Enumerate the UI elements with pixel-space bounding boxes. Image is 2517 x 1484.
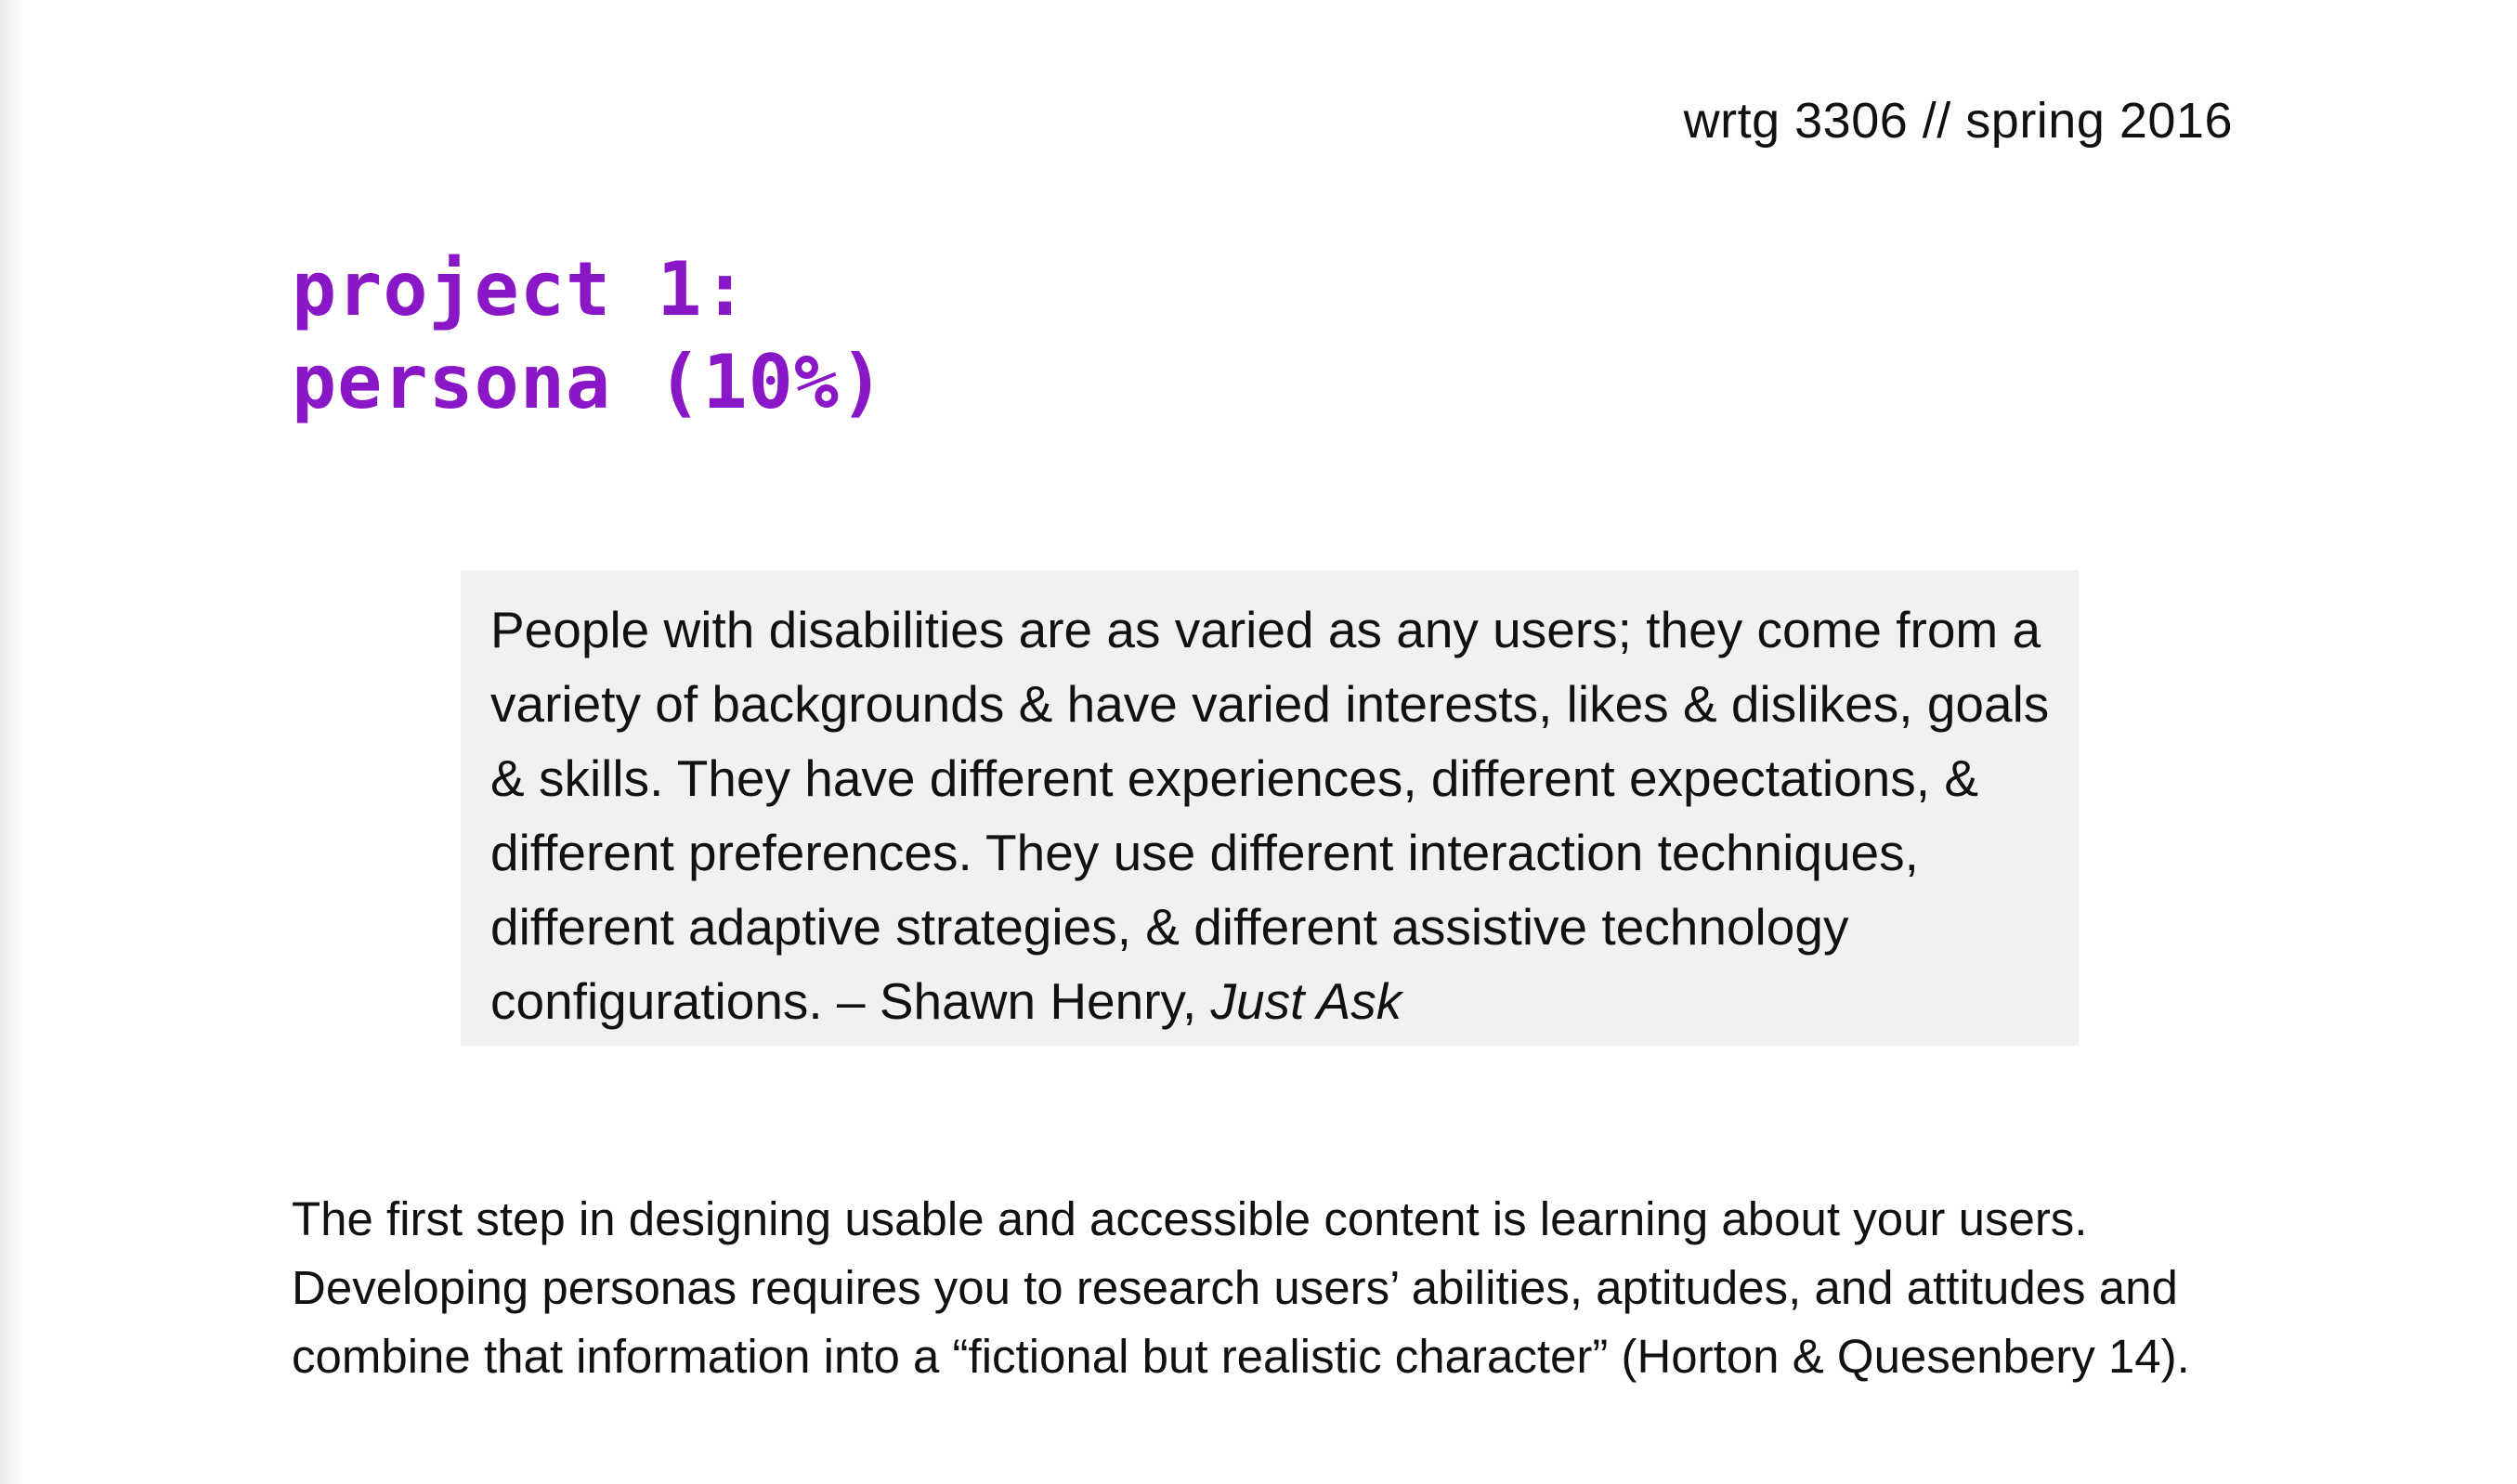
page-title: project 1: persona (10%) <box>292 243 885 429</box>
course-header: wrtg 3306 // spring 2016 <box>1683 93 2233 149</box>
quote-block: People with disabilities are as varied a… <box>461 570 2079 1046</box>
intro-paragraph: The first step in designing usable and a… <box>292 1192 2190 1383</box>
page-title-line-2: persona (10%) <box>292 339 886 425</box>
quote-body: People with disabilities are as varied a… <box>490 601 2050 1030</box>
page-title-line-1: project 1: <box>292 246 749 332</box>
quote-text: People with disabilities are as varied a… <box>490 592 2053 1038</box>
page-edge-shadow <box>0 0 24 1484</box>
quote-source-title: Just Ask <box>1210 972 1402 1030</box>
